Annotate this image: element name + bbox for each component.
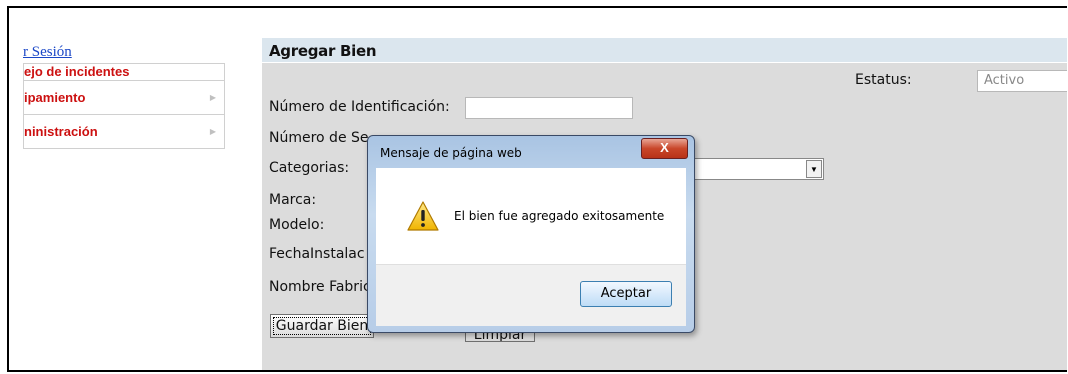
save-button[interactable]: Guardar Bien bbox=[270, 314, 374, 338]
dialog-footer: Aceptar bbox=[376, 264, 686, 326]
sidebar-item-label: ejo de incidentes bbox=[24, 64, 130, 79]
id-number-label: Número de Identificación: bbox=[269, 99, 450, 115]
sidebar-item-equipment[interactable]: ipamiento ▶ bbox=[23, 81, 225, 115]
dialog-message: El bien fue agregado exitosamente bbox=[454, 209, 665, 223]
id-number-input[interactable] bbox=[465, 97, 633, 119]
warning-icon bbox=[407, 201, 439, 231]
browser-content: r Sesión ejo de incidentes ipamiento ▶ n… bbox=[7, 6, 1067, 372]
category-label: Categorias: bbox=[269, 160, 350, 176]
close-button[interactable]: X bbox=[641, 138, 688, 159]
dialog-title: Mensaje de página web bbox=[380, 146, 522, 160]
page-title: Agregar Bien bbox=[269, 42, 377, 60]
status-label: Estatus: bbox=[855, 72, 912, 88]
manufacturer-label: Nombre Fabric bbox=[269, 279, 371, 295]
panel-header: Agregar Bien bbox=[262, 38, 1067, 63]
sidebar-item-label: ninistración bbox=[24, 124, 98, 139]
sidebar-item-label: ipamiento bbox=[24, 90, 86, 105]
ok-button[interactable]: Aceptar bbox=[580, 281, 672, 307]
status-field[interactable]: Activo bbox=[977, 70, 1067, 92]
logout-link[interactable]: r Sesión bbox=[23, 44, 72, 61]
sidebar-item-incidents[interactable]: ejo de incidentes bbox=[23, 63, 225, 81]
brand-label: Marca: bbox=[269, 192, 317, 208]
chevron-right-icon: ▶ bbox=[209, 126, 216, 136]
sidebar-item-administration[interactable]: ninistración ▶ bbox=[23, 115, 225, 149]
chevron-down-icon[interactable]: ▼ bbox=[806, 160, 822, 178]
serial-number-label: Número de Se bbox=[269, 130, 369, 146]
model-label: Modelo: bbox=[269, 217, 325, 233]
dialog-body: El bien fue agregado exitosamente bbox=[376, 168, 686, 264]
sidebar-menu: ejo de incidentes ipamiento ▶ ninistraci… bbox=[23, 63, 225, 149]
alert-dialog: Mensaje de página web X El bien fue agre… bbox=[367, 135, 695, 333]
category-select[interactable]: ▼ bbox=[692, 158, 824, 180]
install-date-label: FechaInstalac bbox=[269, 246, 365, 262]
chevron-right-icon: ▶ bbox=[209, 92, 216, 102]
